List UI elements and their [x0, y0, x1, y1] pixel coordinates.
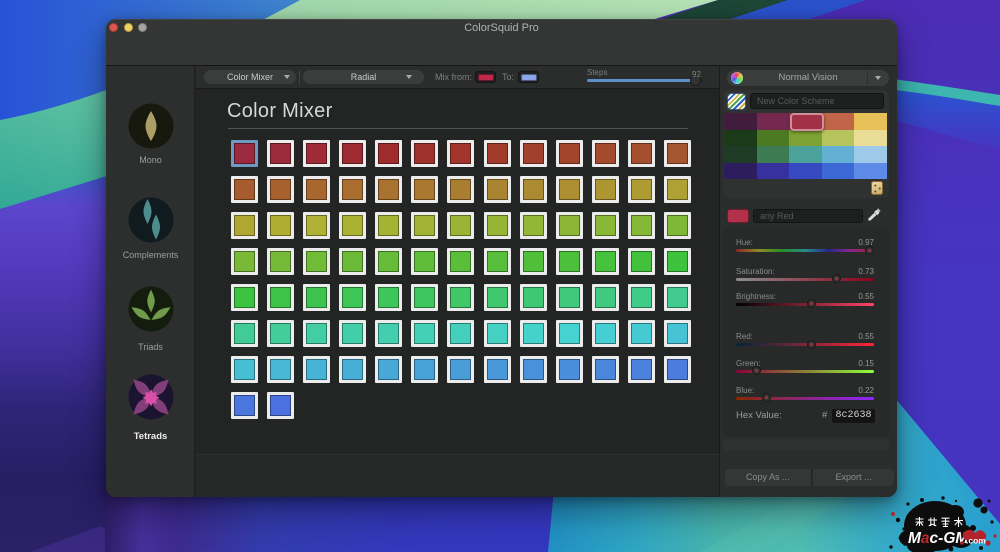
- svg-text:Mac-GM: Mac-GM: [908, 530, 969, 547]
- svg-text:.com: .com: [966, 536, 986, 546]
